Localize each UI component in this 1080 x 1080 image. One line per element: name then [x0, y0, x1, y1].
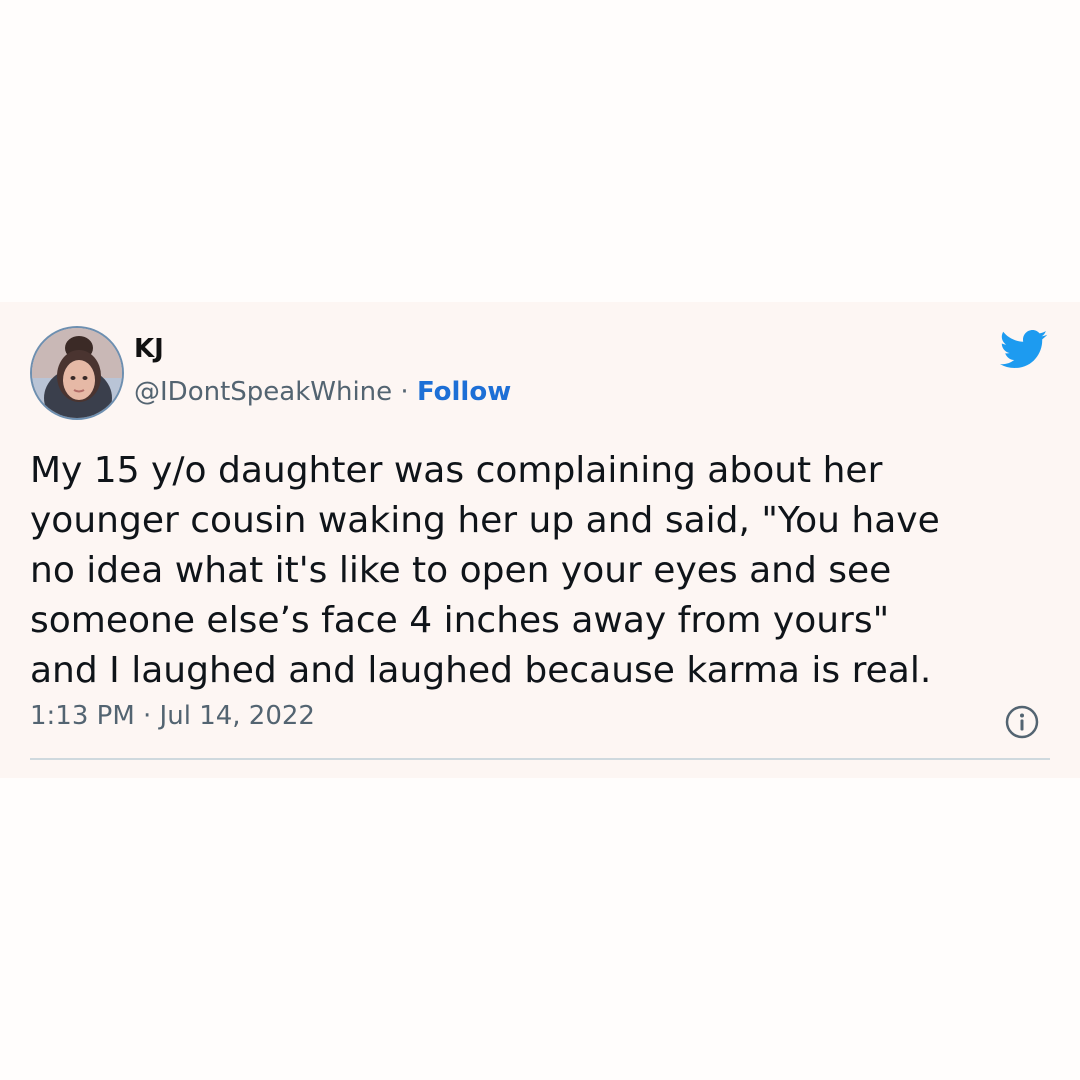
- follow-button[interactable]: Follow: [417, 377, 511, 407]
- avatar[interactable]: [30, 326, 124, 420]
- avatar-photo: [32, 328, 122, 418]
- tweet-text-line: My 15 y/o daughter was complaining about…: [30, 450, 883, 491]
- tweet-text-line: someone else’s face 4 inches away from y…: [30, 600, 890, 641]
- page: KJ @IDontSpeakWhine · Follow My 15 y/o d…: [0, 0, 1080, 1080]
- handle-row: @IDontSpeakWhine · Follow: [134, 377, 511, 408]
- tweet-text-line: no idea what it's like to open your eyes…: [30, 550, 892, 591]
- twitter-bird-icon[interactable]: [1000, 330, 1048, 370]
- author-handle[interactable]: @IDontSpeakWhine: [134, 377, 392, 407]
- tweet-text: My 15 y/o daughter was complaining about…: [30, 446, 1050, 696]
- tweet-text-line: younger cousin waking her up and said, "…: [30, 500, 940, 541]
- divider: [30, 758, 1050, 760]
- info-icon[interactable]: [1004, 704, 1040, 740]
- author-name[interactable]: KJ: [134, 336, 164, 362]
- tweet-timestamp[interactable]: 1:13 PM · Jul 14, 2022: [30, 701, 315, 732]
- separator: ·: [392, 377, 417, 407]
- tweet-text-line: and I laughed and laughed because karma …: [30, 650, 932, 691]
